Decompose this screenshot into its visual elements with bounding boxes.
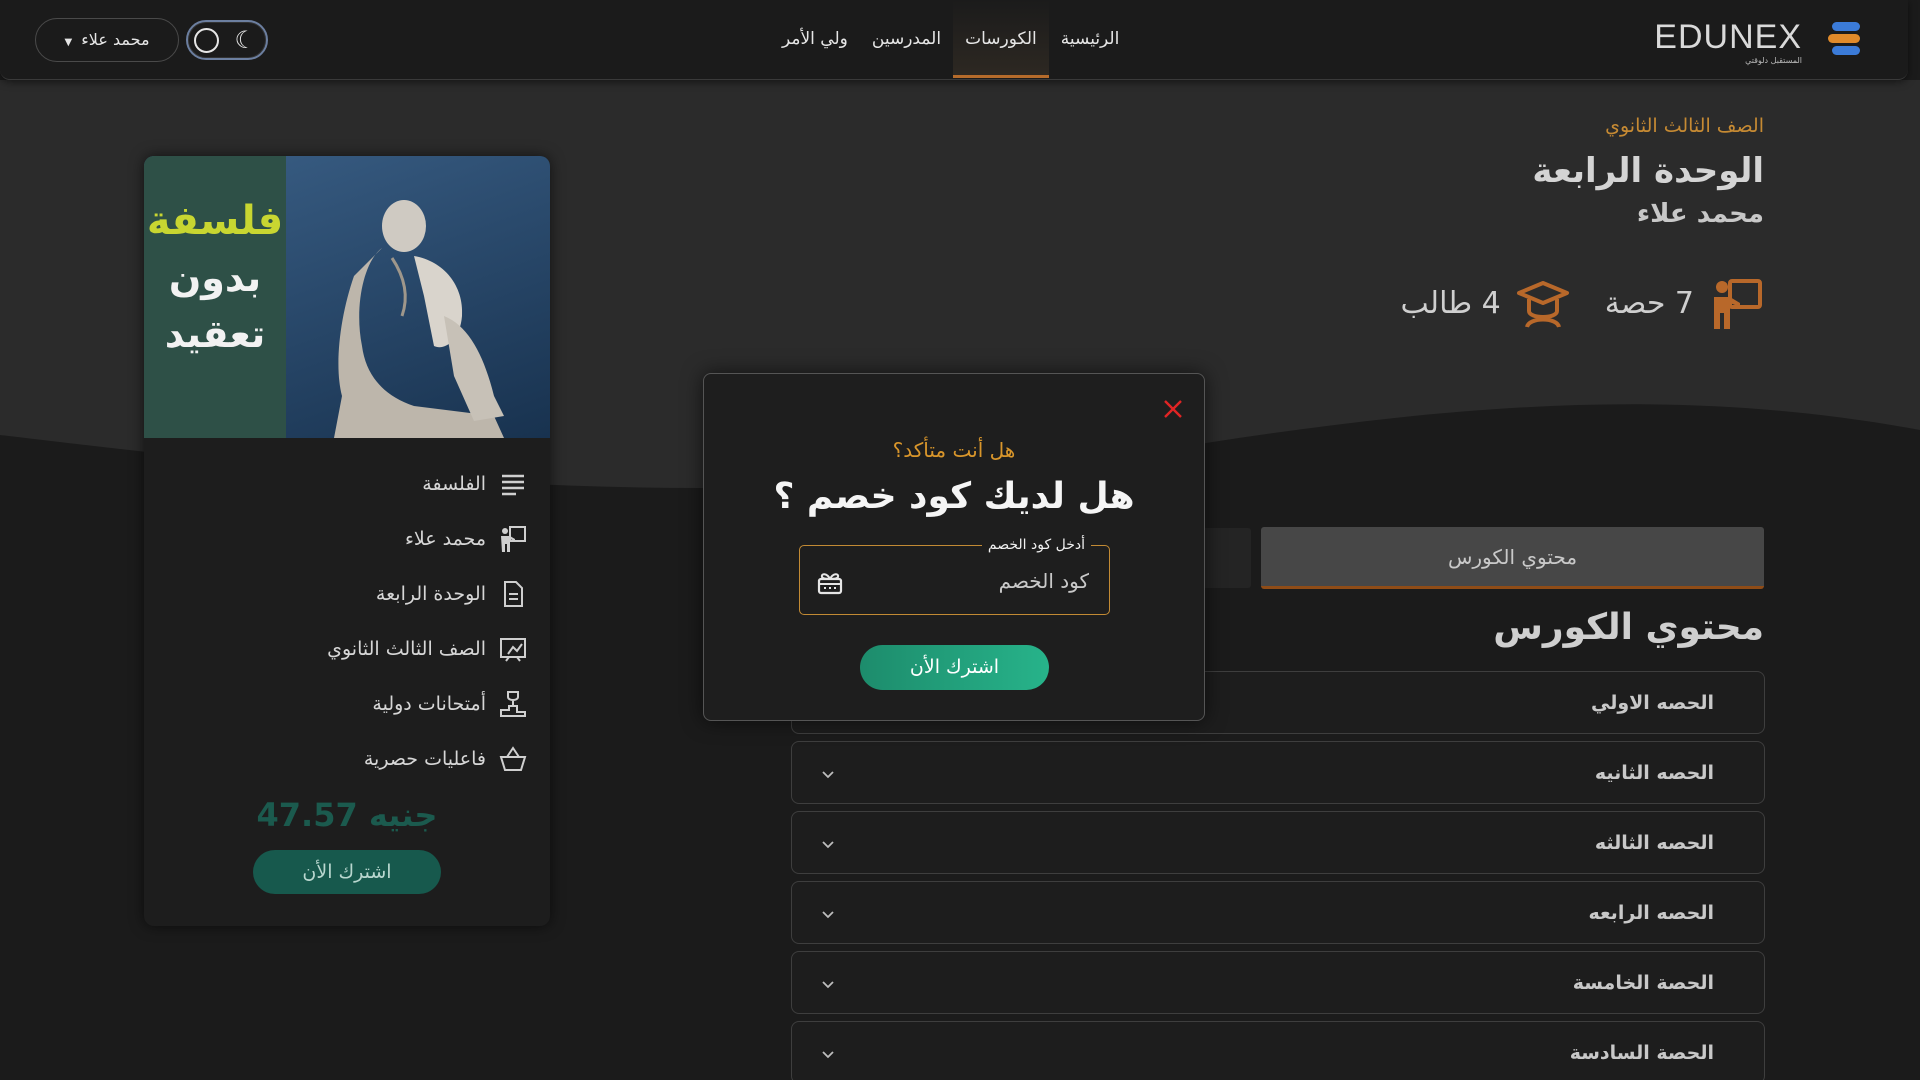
info-teacher: محمد علاء [327,511,528,566]
course-hero: الصف الثالث الثانوي الوحدة الرابعة محمد … [1164,115,1764,229]
main-nav: الرئيسية الكورسات المدرسين ولي الأمر [770,0,1131,80]
theme-toggle[interactable]: ☾ [186,20,268,60]
info-grade-text: الصف الثالث الثانوي [327,637,486,660]
logo-subtitle: المستقبل دلوقتي [1745,56,1802,65]
cover-word-without: بدون [168,256,262,300]
course-stats: 7 حصة 4 طالب [1400,275,1764,331]
card-subscribe-button[interactable]: اشترك الأن [253,850,441,894]
course-title: الوحدة الرابعة [1532,151,1764,191]
info-subject-text: الفلسفة [422,472,486,495]
teacher-icon [501,525,526,552]
tab-course-content[interactable]: محتوي الكورس [1261,527,1764,589]
info-grade: الصف الثالث الثانوي [327,621,528,676]
modal-subscribe-button[interactable]: اشترك الأن [860,645,1049,690]
nav-home[interactable]: الرئيسية [1049,0,1132,78]
students-count: 4 طالب [1400,285,1501,321]
grade-board-icon [500,637,526,662]
course-content-title: محتوي الكورس [1493,607,1764,648]
chevron-down-icon [822,911,834,919]
discount-code-input[interactable] [859,566,1089,596]
lesson-title: الحصه الرابعه [1588,902,1714,924]
lessons-stat: 7 حصة [1605,275,1764,331]
discount-code-modal: هل أنت متأكد؟ هل لديك كود خصم ؟ أدخل كود… [703,373,1205,721]
cover-word-complexity: تعقيد [164,312,266,356]
info-exams-text: أمتحانات دولية [372,692,486,715]
podium-icon [500,690,526,717]
lesson-item[interactable]: الحصة السادسة [791,1021,1765,1080]
info-events: فاعليات حصرية [327,731,528,786]
chevron-down-icon [822,841,834,849]
lesson-item[interactable]: الحصه الثانيه [791,741,1765,804]
nav-courses[interactable]: الكورسات [953,0,1049,78]
lessons-accordion: الحصه الاولي الحصه الثانيه الحصه الثالثه… [791,671,1765,1080]
discount-code-label: أدخل كود الخصم [981,537,1091,553]
chevron-down-icon [822,1051,834,1059]
graduation-cap-icon [1516,281,1569,328]
edunex-logo[interactable]: EDUNEX المستقبل دلوقتي [1654,18,1862,65]
lesson-item[interactable]: الحصه الرابعه [791,881,1765,944]
close-icon[interactable] [1162,398,1184,420]
course-info-list: الفلسفة محمد علاء الوحدة الرابعة الصف ال… [327,456,528,786]
caret-down-icon: ▼ [64,37,73,48]
gift-icon [817,573,843,595]
user-menu-button[interactable]: ▼ محمد علاء [35,18,179,62]
chevron-down-icon [822,771,834,779]
lesson-title: الحصة السادسة [1569,1042,1714,1064]
lesson-title: الحصة الخامسة [1572,972,1714,994]
lesson-title: الحصه الثالثه [1594,832,1714,854]
info-teacher-text: محمد علاء [404,527,486,550]
lesson-item[interactable]: الحصة الخامسة [791,951,1765,1014]
course-card: فلسفة بدون تعقيد الفلسفة محمد علاء الوحد… [144,156,550,926]
discount-code-field: أدخل كود الخصم [799,537,1110,615]
lines-icon [502,474,524,495]
thinker-statue-image [334,200,504,438]
nav-parent[interactable]: ولي الأمر [770,0,860,78]
cover-word-philosophy: فلسفة [146,198,284,244]
lesson-title: الحصه الاولي [1590,692,1714,714]
info-events-text: فاعليات حصرية [363,747,486,770]
document-icon [504,580,523,607]
students-stat: 4 طالب [1400,275,1570,331]
info-unit-text: الوحدة الرابعة [375,582,486,605]
lessons-count: 7 حصة [1604,285,1694,321]
cover-title: فلسفة بدون تعقيد [144,198,286,356]
chevron-down-icon [822,981,834,989]
course-cover-image: فلسفة بدون تعقيد [144,156,550,438]
teacher-board-icon [1714,279,1762,329]
info-subject: الفلسفة [327,456,528,511]
nav-teachers[interactable]: المدرسين [860,0,953,78]
logo-mark-icon [1828,22,1860,55]
lesson-item[interactable]: الحصه الثالثه [791,811,1765,874]
toggle-knob [194,28,219,53]
logo-text: EDUNEX [1654,18,1802,56]
info-exams: أمتحانات دولية [327,676,528,731]
course-grade: الصف الثالث الثانوي [1605,115,1764,137]
user-name: محمد علاء [81,30,150,49]
top-navbar: EDUNEX المستقبل دلوقتي الرئيسية الكورسات… [0,0,1908,80]
info-unit: الوحدة الرابعة [327,566,528,621]
moon-icon: ☾ [234,26,256,54]
modal-title: هل لديك كود خصم ؟ [773,476,1135,517]
basket-icon [499,745,527,771]
course-teacher: محمد علاء [1636,199,1764,229]
modal-question: هل أنت متأكد؟ [892,438,1016,462]
lesson-title: الحصه الثانيه [1594,762,1714,784]
course-price: 47.57 جنيه [256,796,438,834]
